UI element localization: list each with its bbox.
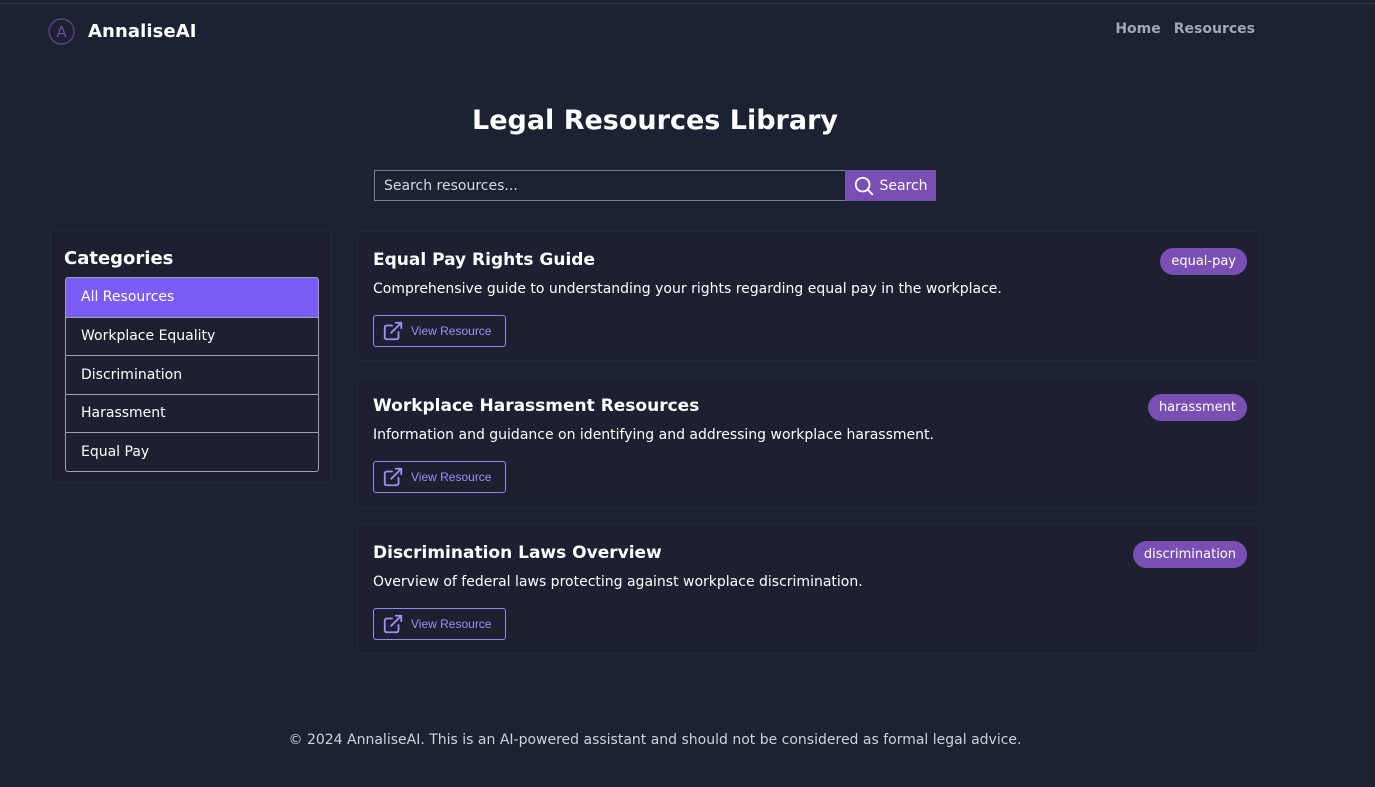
view-resource-button[interactable]: View Resource: [373, 315, 506, 347]
category-list: All Resources Workplace Equality Discrim…: [65, 277, 319, 472]
view-resource-label: View Resource: [411, 470, 492, 484]
brand-name: AnnaliseAI: [88, 20, 197, 42]
resource-tag: equal-pay: [1160, 248, 1247, 275]
page-title: Legal Resources Library: [471, 105, 838, 136]
external-link-icon: [383, 321, 403, 341]
resource-tag: harassment: [1147, 394, 1247, 421]
view-resource-button[interactable]: View Resource: [373, 461, 506, 493]
brand-logo-icon: A: [48, 17, 75, 45]
resource-description: Comprehensive guide to understanding you…: [373, 281, 1002, 297]
view-resource-button[interactable]: View Resource: [373, 608, 506, 640]
search-button-label: Search: [879, 177, 928, 194]
search-input[interactable]: [374, 170, 845, 201]
category-equal-pay[interactable]: Equal Pay: [66, 432, 318, 471]
category-workplace-equality[interactable]: Workplace Equality: [66, 316, 318, 356]
brand-logo-letter: A: [56, 23, 67, 41]
brand[interactable]: A AnnaliseAI: [48, 17, 197, 45]
footer-disclaimer: © 2024 AnnaliseAI. This is an AI-powered…: [288, 732, 1022, 748]
resource-tag: discrimination: [1132, 541, 1247, 568]
search-bar: Search: [374, 170, 936, 201]
category-harassment[interactable]: Harassment: [66, 393, 318, 433]
top-nav: Home Resources: [1115, 21, 1255, 37]
resource-title: Equal Pay Rights Guide: [373, 250, 595, 270]
resource-card: Workplace Harassment Resources Informati…: [357, 377, 1261, 508]
search-button[interactable]: Search: [845, 170, 936, 201]
top-border: [0, 3, 1375, 4]
category-discrimination[interactable]: Discrimination: [66, 355, 318, 394]
view-resource-label: View Resource: [411, 324, 492, 338]
nav-resources-link[interactable]: Resources: [1174, 21, 1255, 37]
resource-title: Discrimination Laws Overview: [373, 543, 662, 563]
nav-home-link[interactable]: Home: [1115, 21, 1160, 37]
search-icon: [855, 176, 874, 195]
categories-title: Categories: [64, 248, 174, 269]
external-link-icon: [383, 614, 403, 634]
resource-card: Discrimination Laws Overview Overview of…: [357, 524, 1261, 654]
view-resource-label: View Resource: [411, 617, 492, 631]
resource-description: Overview of federal laws protecting agai…: [373, 574, 863, 590]
external-link-icon: [383, 467, 403, 487]
categories-sidebar: Categories All Resources Workplace Equal…: [50, 230, 331, 483]
resource-card: Equal Pay Rights Guide Comprehensive gui…: [357, 231, 1261, 361]
category-all-resources[interactable]: All Resources: [66, 278, 318, 317]
resource-description: Information and guidance on identifying …: [373, 427, 934, 443]
resource-title: Workplace Harassment Resources: [373, 396, 700, 416]
